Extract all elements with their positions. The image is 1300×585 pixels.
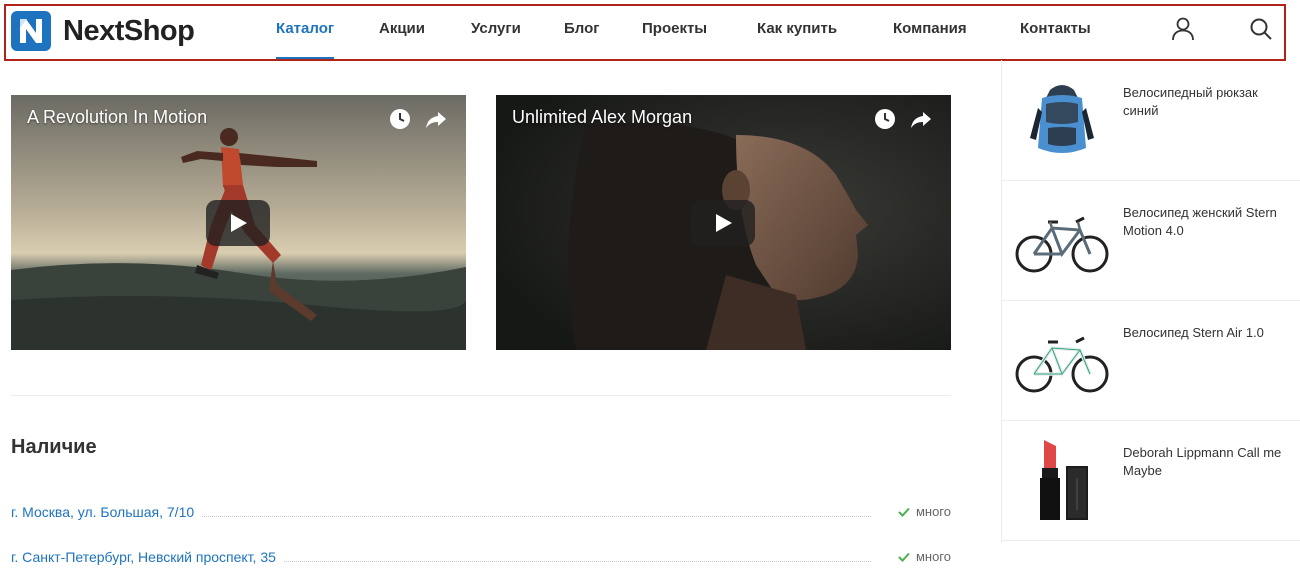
video-player-1[interactable]: A Revolution In Motion: [11, 95, 466, 350]
logo[interactable]: NextShop: [11, 8, 195, 54]
section-divider: [11, 395, 951, 396]
play-icon[interactable]: [690, 199, 755, 246]
product-item[interactable]: Велосипед женский Stern Motion 4.0: [1002, 180, 1300, 301]
product-item[interactable]: Велосипед Stern Air 1.0: [1002, 300, 1300, 421]
product-name: Велосипед Stern Air 1.0: [1123, 325, 1264, 340]
nav-contacts[interactable]: Контакты: [1020, 6, 1091, 59]
nav-services[interactable]: Услуги: [471, 6, 521, 59]
video-title: A Revolution In Motion: [27, 107, 208, 127]
store-address-link[interactable]: г. Санкт-Петербург, Невский проспект, 35: [11, 549, 284, 565]
nav-projects[interactable]: Проекты: [642, 6, 707, 59]
user-icon[interactable]: [1170, 16, 1196, 42]
clock-icon[interactable]: [388, 107, 412, 131]
lipstick-image: [1040, 440, 1088, 520]
video-player-2[interactable]: Unlimited Alex Morgan: [496, 95, 951, 350]
store-address-link[interactable]: г. Москва, ул. Большая, 7/10: [11, 504, 203, 520]
store-row: г. Москва, ул. Большая, 7/10 много: [11, 504, 951, 524]
store-row: г. Санкт-Петербург, Невский проспект, 35…: [11, 549, 951, 569]
stock-status-text: много: [915, 504, 951, 519]
logo-icon: [11, 11, 51, 51]
stock-status: много: [891, 504, 951, 519]
nav-catalog[interactable]: Каталог: [276, 6, 335, 59]
share-icon[interactable]: [424, 107, 448, 131]
backpack-image: [1030, 85, 1094, 153]
search-icon[interactable]: [1248, 16, 1274, 42]
product-name: Велосипед женский Stern Motion 4.0: [1123, 205, 1277, 238]
product-item[interactable]: Велосипедный рюкзак синий: [1002, 60, 1300, 181]
bicycle-image: [1015, 336, 1109, 393]
bicycle-image: [1015, 216, 1109, 273]
nav-promotions[interactable]: Акции: [379, 6, 425, 59]
product-name: Велосипедный рюкзак синий: [1123, 85, 1258, 118]
play-icon[interactable]: [205, 199, 270, 246]
video-title: Unlimited Alex Morgan: [512, 107, 693, 127]
product-item[interactable]: Deborah Lippmann Call me Maybe: [1002, 420, 1300, 541]
site-header: NextShop Каталог Акции Услуги Блог Проек…: [4, 4, 1286, 61]
share-icon[interactable]: [909, 107, 933, 131]
stock-status: много: [891, 549, 951, 564]
stock-status-text: много: [915, 549, 951, 564]
availability-title: Наличие: [11, 436, 97, 458]
nav-blog[interactable]: Блог: [564, 6, 600, 59]
check-icon: [898, 552, 910, 562]
product-name: Deborah Lippmann Call me Maybe: [1123, 445, 1282, 478]
check-icon: [898, 507, 910, 517]
nav-company[interactable]: Компания: [893, 6, 967, 59]
related-products: Велосипедный рюкзак синий Велосипед женс…: [1001, 60, 1300, 542]
clock-icon[interactable]: [873, 107, 897, 131]
logo-text: NextShop: [63, 14, 195, 47]
nav-how-to-buy[interactable]: Как купить: [757, 6, 837, 59]
